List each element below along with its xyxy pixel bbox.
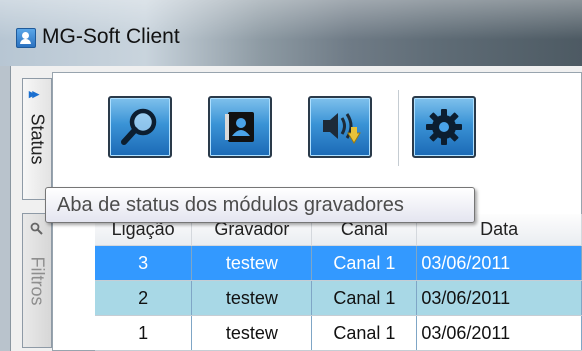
cell-ligacao: 3 — [95, 245, 193, 281]
cell-gravador: testew — [191, 280, 313, 316]
cell-gravador: testew — [191, 245, 313, 281]
double-chevron-right-icon: ▸▸ — [29, 86, 39, 101]
audio-download-button[interactable] — [308, 96, 372, 158]
settings-button[interactable] — [412, 96, 476, 158]
tooltip: Aba de status dos módulos gravadores — [45, 187, 475, 223]
cell-data: 03/06/2011 — [416, 280, 582, 316]
table-row[interactable]: 2 testew Canal 1 03/06/2011 — [95, 280, 582, 316]
toolbar — [90, 84, 582, 184]
window-title: MG-Soft Client — [42, 25, 180, 48]
toolbar-separator — [398, 90, 400, 166]
cell-ligacao: 2 — [95, 280, 193, 316]
contacts-button[interactable] — [208, 96, 272, 158]
table-row[interactable]: 3 testew Canal 1 03/06/2011 — [95, 245, 582, 281]
cell-ligacao: 1 — [95, 315, 193, 351]
cell-canal: Canal 1 — [311, 245, 418, 281]
app-logo-icon — [16, 28, 36, 48]
cell-data: 03/06/2011 — [416, 245, 582, 281]
tab-status-label: Status — [27, 113, 48, 165]
search-icon — [30, 222, 43, 235]
cell-gravador: testew — [191, 315, 313, 351]
recordings-table: Ligação Gravador Canal Data 3 testew Can… — [95, 214, 582, 351]
tab-filtros-label: Filtros — [27, 256, 48, 305]
cell-canal: Canal 1 — [311, 315, 418, 351]
tab-filtros[interactable]: Filtros — [22, 213, 52, 348]
table-row[interactable]: 1 testew Canal 1 03/06/2011 — [95, 315, 582, 351]
app-window: MG-Soft Client ▸▸ Status Filtros Ligação… — [0, 0, 582, 351]
tab-status[interactable]: ▸▸ Status — [22, 78, 52, 200]
speaker-download-icon — [323, 113, 361, 144]
address-book-icon — [225, 112, 254, 142]
cell-canal: Canal 1 — [311, 280, 418, 316]
search-icon — [121, 108, 157, 145]
search-button[interactable] — [108, 96, 172, 158]
gear-icon — [426, 109, 462, 145]
cell-data: 03/06/2011 — [416, 315, 582, 351]
